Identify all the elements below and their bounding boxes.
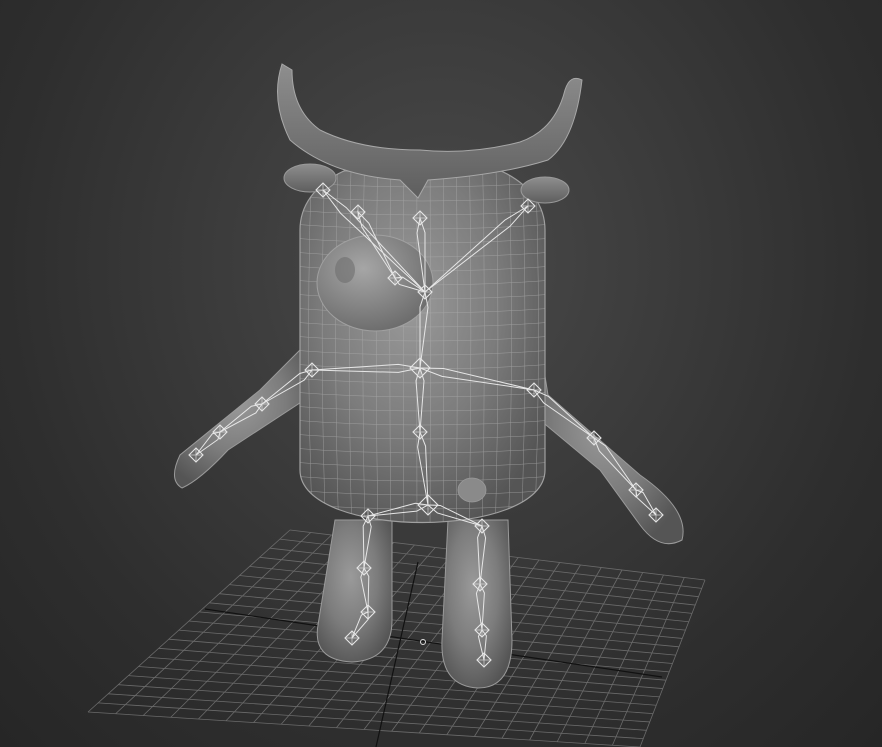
- 3d-viewport[interactable]: [0, 0, 882, 747]
- viewport-scene[interactable]: [0, 0, 882, 747]
- left-leg-mesh[interactable]: [316, 519, 393, 663]
- nostril: [335, 257, 355, 283]
- tail-nub: [457, 477, 487, 503]
- left-arm-mesh[interactable]: [174, 343, 313, 489]
- right-leg-mesh[interactable]: [441, 519, 513, 689]
- character-mesh[interactable]: [174, 63, 684, 689]
- ground-grid: [87, 529, 706, 747]
- grid-axes: [204, 561, 663, 747]
